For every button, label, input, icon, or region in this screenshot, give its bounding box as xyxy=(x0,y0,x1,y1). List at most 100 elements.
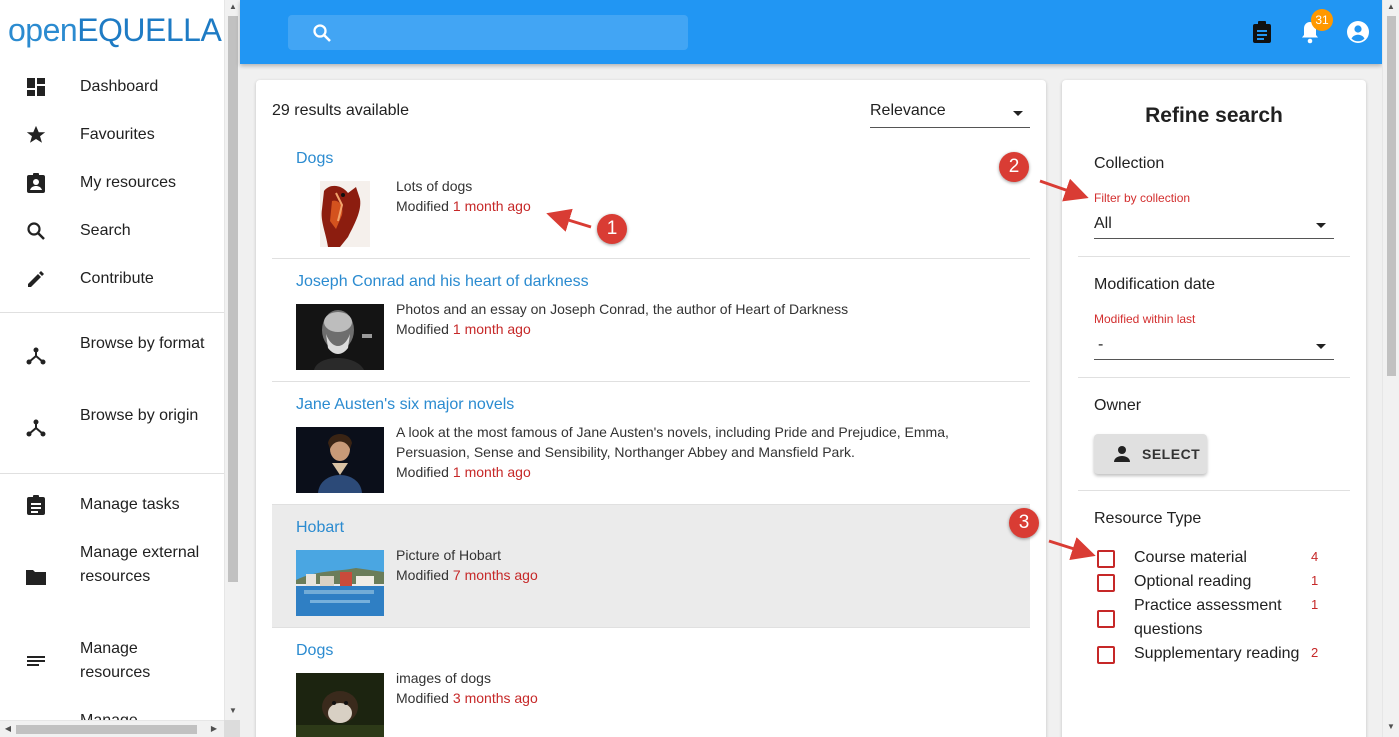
dashboard-icon xyxy=(24,75,48,99)
sidebar-item-label: Browse by origin xyxy=(80,407,199,424)
result-description: Lots of dogs xyxy=(396,178,473,194)
star-icon xyxy=(24,123,48,147)
sidebar-item-label: Dashboard xyxy=(80,78,159,95)
modified-within-label: Modified within last xyxy=(1094,312,1196,326)
account-circle-icon[interactable] xyxy=(1346,20,1370,44)
hierarchy-icon xyxy=(24,344,48,368)
optional-reading-label[interactable]: Optional reading xyxy=(1134,570,1309,594)
sort-order-value: Relevance xyxy=(870,102,946,119)
result-title-link[interactable]: Dogs xyxy=(296,642,333,660)
pencil-icon xyxy=(24,267,48,291)
result-description: Photos and an essay on Joseph Conrad, th… xyxy=(396,301,849,317)
modified-within-select[interactable]: - xyxy=(1094,332,1334,360)
course-material-checkbox[interactable] xyxy=(1097,550,1115,568)
practice-assessment-checkbox[interactable] xyxy=(1097,610,1115,628)
sidebar-item-label: Browse by format xyxy=(80,335,205,352)
resource-type-section-title: Resource Type xyxy=(1094,510,1202,527)
modified-label: Modified xyxy=(396,690,449,706)
scroll-down-arrow-icon[interactable]: ▼ xyxy=(1383,722,1399,731)
notification-count-badge: 31 xyxy=(1311,9,1333,31)
optional-reading-count: 1 xyxy=(1311,573,1319,588)
modified-time: 1 month ago xyxy=(452,321,531,337)
modified-label: Modified xyxy=(396,464,449,480)
sidebar-item-manage-tasks[interactable]: Manage tasks xyxy=(0,493,224,517)
sidebar-item-search[interactable]: Search xyxy=(0,219,224,243)
section-divider xyxy=(1078,256,1350,257)
course-material-count: 4 xyxy=(1311,549,1319,564)
result-thumbnail[interactable] xyxy=(296,673,384,737)
result-item: Dogs images of dogs Modified 3 months ago xyxy=(272,628,1030,737)
result-item: Hobart Picture of Hobart Modified 7 month… xyxy=(272,505,1030,628)
app-logo[interactable]: openEQUELLA xyxy=(8,12,222,49)
scroll-left-arrow-icon[interactable]: ◀ xyxy=(0,724,16,733)
annotation-marker-2: 2 xyxy=(999,152,1029,182)
sidebar-horizontal-scrollbar[interactable]: ◀ ▶ xyxy=(0,720,224,737)
result-thumbnail[interactable] xyxy=(296,550,384,616)
result-title-link[interactable]: Jane Austen's six major novels xyxy=(296,396,514,414)
refine-search-panel: Refine search Collection Filter by colle… xyxy=(1062,80,1366,737)
result-modified: Modified 1 month ago xyxy=(396,319,531,339)
search-box[interactable] xyxy=(288,15,688,50)
sidebar-item-label: Favourites xyxy=(80,126,155,143)
result-title-link[interactable]: Dogs xyxy=(296,150,333,168)
sidebar-item-browse-by-format[interactable]: Browse by format xyxy=(0,332,224,380)
modified-within-value: - xyxy=(1098,336,1104,353)
sidebar-item-browse-by-origin[interactable]: Browse by origin xyxy=(0,404,224,452)
sort-order-select[interactable]: Relevance xyxy=(870,100,1030,128)
owner-select-button[interactable]: SELECT xyxy=(1094,434,1207,474)
scroll-right-arrow-icon[interactable]: ▶ xyxy=(206,724,222,733)
course-material-label[interactable]: Course material xyxy=(1134,546,1309,570)
sidebar-item-contribute[interactable]: Contribute xyxy=(0,267,224,291)
tasks-clipboard-icon[interactable] xyxy=(1250,20,1274,44)
result-thumbnail[interactable] xyxy=(296,304,384,370)
result-thumbnail[interactable] xyxy=(296,181,384,247)
annotation-marker-3: 3 xyxy=(1009,508,1039,538)
modified-label: Modified xyxy=(396,567,449,583)
list-icon xyxy=(24,649,48,673)
modification-date-section-title: Modification date xyxy=(1094,276,1215,293)
chevron-down-icon xyxy=(1316,223,1326,228)
search-icon xyxy=(24,219,48,243)
refine-search-title: Refine search xyxy=(1145,104,1283,127)
practice-assessment-count: 1 xyxy=(1311,597,1319,612)
collection-select[interactable]: All xyxy=(1094,211,1334,239)
scroll-down-arrow-icon[interactable]: ▼ xyxy=(225,706,241,715)
result-thumbnail[interactable] xyxy=(296,427,384,493)
supplementary-reading-checkbox[interactable] xyxy=(1097,646,1115,664)
sidebar-item-manage-resources[interactable]: Manage resources xyxy=(0,637,224,685)
scroll-up-arrow-icon[interactable]: ▲ xyxy=(1383,2,1399,11)
search-input[interactable] xyxy=(348,15,678,50)
modified-time: 1 month ago xyxy=(452,464,531,480)
logo-text-light: open xyxy=(8,12,78,48)
result-modified: Modified 7 months ago xyxy=(396,565,538,585)
scrollbar-thumb[interactable] xyxy=(1387,16,1396,376)
scroll-up-arrow-icon[interactable]: ▲ xyxy=(225,2,241,11)
sidebar-item-manage-external-resources[interactable]: Manage external resources xyxy=(0,541,224,613)
sidebar-item-dashboard[interactable]: Dashboard xyxy=(0,75,224,99)
optional-reading-checkbox[interactable] xyxy=(1097,574,1115,592)
modified-time: 1 month ago xyxy=(452,198,531,214)
collection-filter-label: Filter by collection xyxy=(1094,191,1191,205)
collection-select-value: All xyxy=(1094,215,1112,232)
sidebar-item-my-resources[interactable]: My resources xyxy=(0,171,224,195)
modified-label: Modified xyxy=(396,198,449,214)
practice-assessment-label[interactable]: Practice assessment questions xyxy=(1134,594,1309,642)
search-results-card: 29 results available Relevance Dogs Lots… xyxy=(256,80,1046,737)
modified-time: 7 months ago xyxy=(452,567,538,583)
assignment-ind-icon xyxy=(24,171,48,195)
supplementary-reading-count: 2 xyxy=(1311,645,1319,660)
sidebar-item-favourites[interactable]: Favourites xyxy=(0,123,224,147)
result-title-link[interactable]: Hobart xyxy=(296,519,344,537)
result-item: Joseph Conrad and his heart of darkness … xyxy=(272,259,1030,382)
result-title-link[interactable]: Joseph Conrad and his heart of darkness xyxy=(296,273,589,291)
owner-select-button-label: SELECT xyxy=(1142,446,1201,462)
result-modified: Modified 1 month ago xyxy=(396,196,531,216)
result-item: Jane Austen's six major novels A look at… xyxy=(272,382,1030,505)
app-bar: 31 xyxy=(240,0,1382,64)
scrollbar-thumb[interactable] xyxy=(228,16,238,582)
scrollbar-thumb[interactable] xyxy=(16,725,197,734)
results-count: 29 results available xyxy=(272,102,409,119)
sidebar-vertical-scrollbar[interactable]: ▲ ▼ xyxy=(224,0,240,720)
page-vertical-scrollbar[interactable]: ▲ ▼ xyxy=(1382,0,1399,737)
supplementary-reading-label[interactable]: Supplementary reading xyxy=(1134,642,1309,666)
